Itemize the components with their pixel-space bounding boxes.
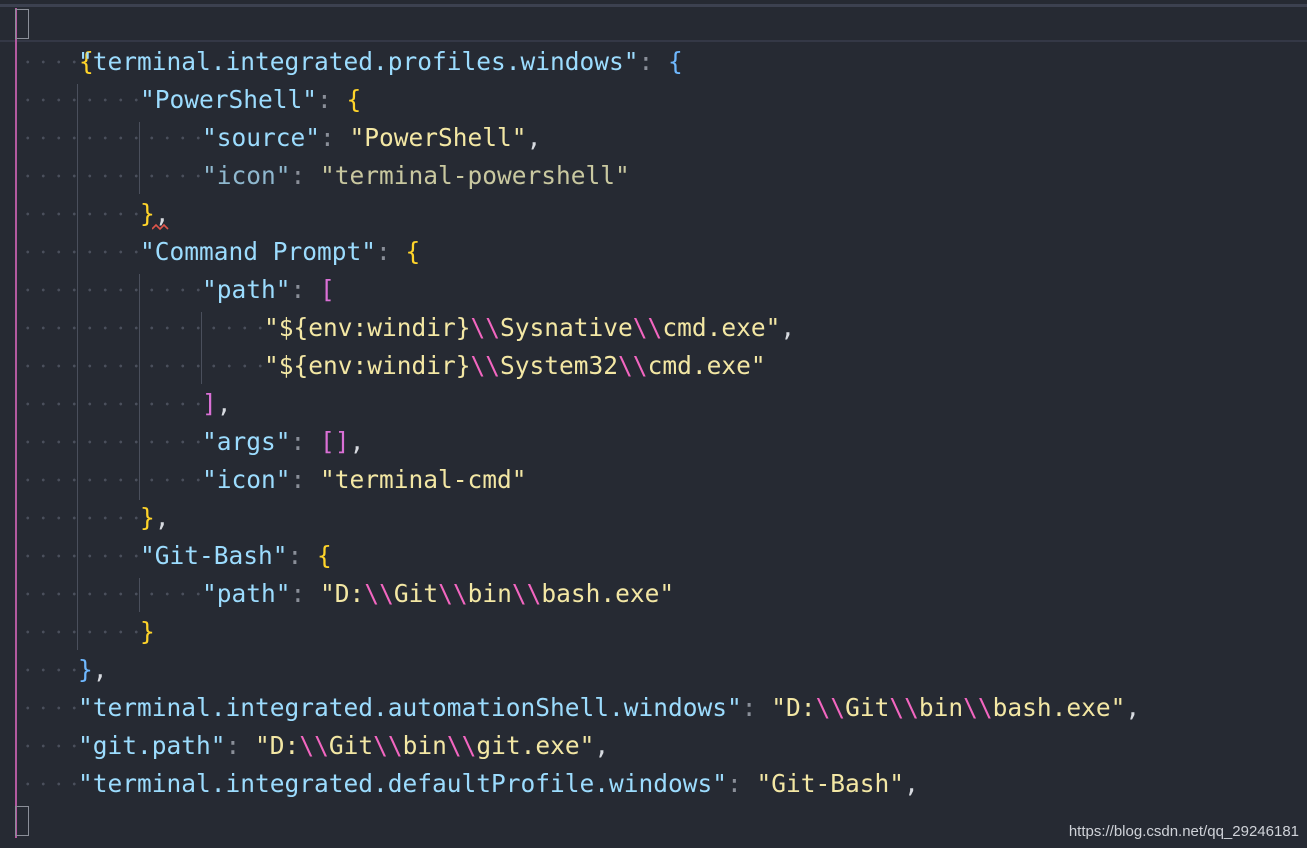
- whitespace-dots: [20, 309, 268, 347]
- whitespace-dots: [20, 575, 206, 613]
- json-key: "terminal.integrated.profiles.windows": [78, 47, 639, 76]
- json-value: : {: [376, 237, 421, 266]
- code-line[interactable]: "${env:windir}\\Sysnative\\cmd.exe",: [264, 309, 795, 347]
- json-key: "source": [202, 123, 321, 152]
- json-key: "Command Prompt": [140, 237, 377, 266]
- json-value: : {: [317, 85, 362, 114]
- json-value: ],: [202, 389, 232, 418]
- json-value: : "terminal-cmd": [290, 465, 527, 494]
- json-key: "icon": [202, 465, 291, 494]
- json-value: : "Git-Bash",: [727, 769, 919, 798]
- json-value: "${env:windir}\\System32\\cmd.exe": [264, 351, 766, 380]
- whitespace-dots: [20, 233, 144, 271]
- json-value: }: [140, 617, 155, 646]
- json-value: : [],: [290, 427, 365, 456]
- whitespace-dots: [20, 613, 144, 651]
- gutter-modified-bar: [15, 8, 17, 838]
- code-line[interactable]: "icon": "terminal-powershell": [202, 157, 630, 195]
- whitespace-dots: [20, 157, 206, 195]
- whitespace-dots: [20, 765, 82, 803]
- json-key: "git.path": [78, 731, 226, 760]
- code-line[interactable]: "PowerShell": {: [140, 81, 361, 119]
- json-value: : "terminal-powershell": [290, 161, 630, 190]
- json-key: "path": [202, 275, 291, 304]
- json-key: "terminal.integrated.automationShell.win…: [78, 693, 742, 722]
- json-value: : "D:\\Git\\bin\\git.exe",: [225, 731, 610, 760]
- code-line[interactable]: },: [78, 651, 108, 689]
- whitespace-dots: [20, 119, 206, 157]
- whitespace-dots: [20, 689, 82, 727]
- whitespace-dots: [20, 43, 82, 81]
- json-value: },: [78, 655, 108, 684]
- watermark: https://blog.csdn.net/qq_29246181: [1068, 823, 1299, 840]
- whitespace-dots: [20, 727, 82, 765]
- json-value: : "D:\\Git\\bin\\bash.exe": [290, 579, 675, 608]
- code-editor[interactable]: { "terminal.integrated.profiles.windows"…: [0, 0, 1307, 848]
- code-line[interactable]: "terminal.integrated.defaultProfile.wind…: [78, 765, 919, 803]
- json-key: "path": [202, 579, 291, 608]
- code-line[interactable]: "git.path": "D:\\Git\\bin\\git.exe",: [78, 727, 609, 765]
- code-line-open-brace[interactable]: {: [20, 5, 94, 76]
- code-line[interactable]: "args": [],: [202, 423, 364, 461]
- code-line[interactable]: "Git-Bash": {: [140, 537, 332, 575]
- json-value: : [: [290, 275, 335, 304]
- json-value: },: [140, 503, 170, 532]
- code-line[interactable]: }: [140, 613, 155, 651]
- error-squiggle: [152, 223, 169, 231]
- whitespace-dots: [20, 347, 268, 385]
- json-key: "icon": [202, 161, 291, 190]
- code-line-close-brace[interactable]: }: [20, 803, 94, 848]
- json-key: "Git-Bash": [140, 541, 288, 570]
- whitespace-dots: [20, 423, 206, 461]
- code-line[interactable]: "path": [: [202, 271, 335, 309]
- code-line[interactable]: "terminal.integrated.automationShell.win…: [78, 689, 1140, 727]
- whitespace-dots: [20, 499, 144, 537]
- json-key: "terminal.integrated.defaultProfile.wind…: [78, 769, 728, 798]
- code-line[interactable]: "source": "PowerShell",: [202, 119, 541, 157]
- json-key: "args": [202, 427, 291, 456]
- whitespace-dots: [20, 271, 206, 309]
- json-value: : "D:\\Git\\bin\\bash.exe",: [741, 693, 1141, 722]
- current-line-highlight: [0, 6, 1307, 42]
- code-line[interactable]: "terminal.integrated.profiles.windows": …: [78, 43, 683, 81]
- json-value: : "PowerShell",: [320, 123, 542, 152]
- whitespace-dots: [20, 537, 144, 575]
- code-line[interactable]: "path": "D:\\Git\\bin\\bash.exe": [202, 575, 674, 613]
- json-value: : {: [638, 47, 683, 76]
- code-line[interactable]: "${env:windir}\\System32\\cmd.exe": [264, 347, 766, 385]
- code-line[interactable]: },: [140, 499, 170, 537]
- whitespace-dots: [20, 651, 82, 689]
- json-value: : {: [287, 541, 332, 570]
- json-value: "${env:windir}\\Sysnative\\cmd.exe",: [264, 313, 796, 342]
- whitespace-dots: [20, 385, 206, 423]
- whitespace-dots: [20, 195, 144, 233]
- code-line[interactable]: "Command Prompt": {: [140, 233, 420, 271]
- code-line[interactable]: ],: [202, 385, 232, 423]
- code-line[interactable]: "icon": "terminal-cmd": [202, 461, 527, 499]
- json-key: "PowerShell": [140, 85, 318, 114]
- whitespace-dots: [20, 461, 206, 499]
- whitespace-dots: [20, 81, 144, 119]
